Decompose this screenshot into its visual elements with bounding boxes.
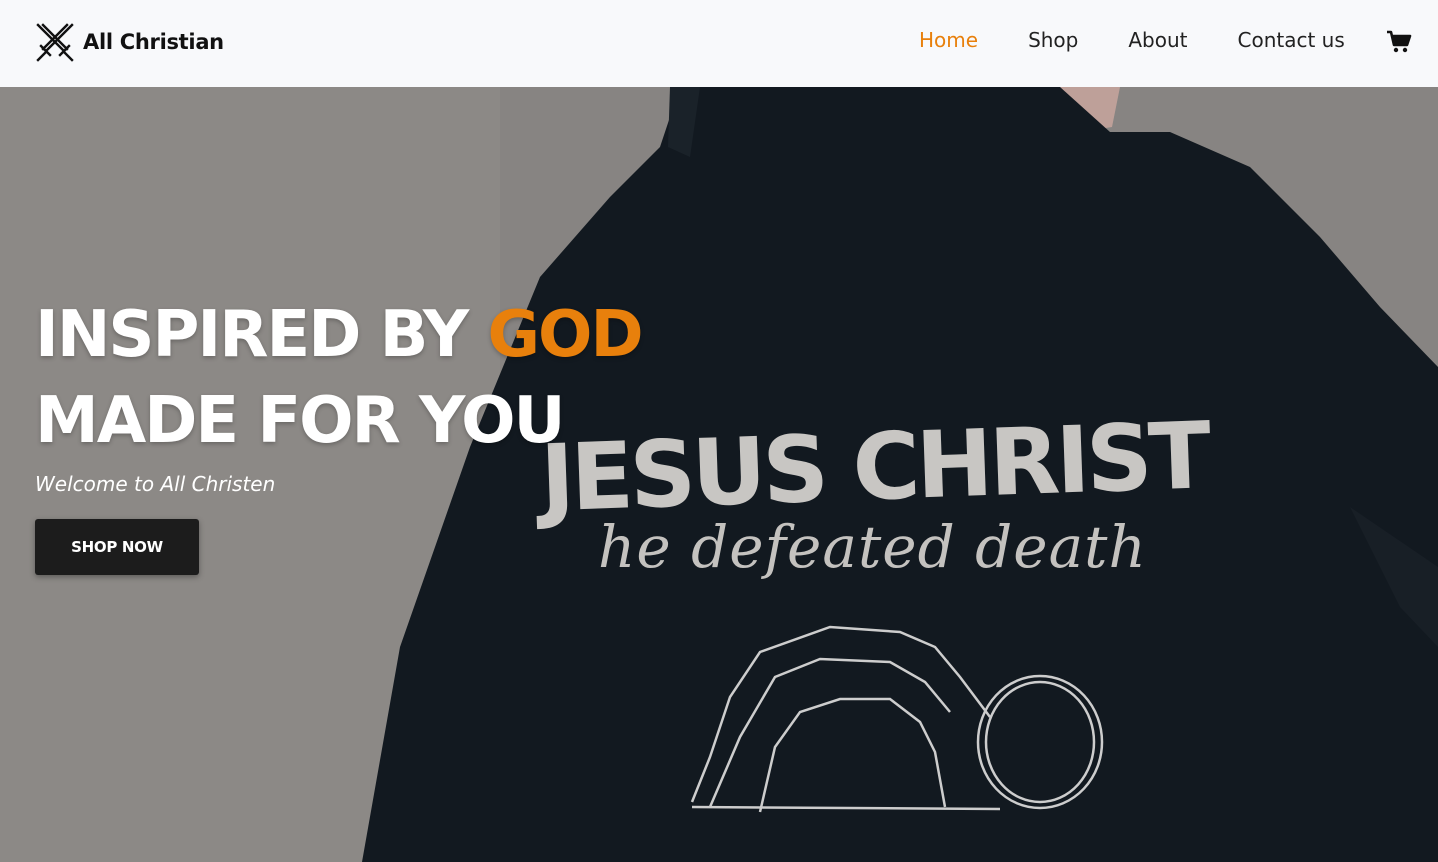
shop-now-button[interactable]: SHOP NOW	[35, 519, 199, 575]
welcome-text: Welcome to All Christen	[35, 472, 276, 496]
crossed-swords-icon	[36, 23, 74, 62]
nav-contact[interactable]: Contact us	[1238, 28, 1345, 52]
cart-icon[interactable]	[1386, 30, 1412, 54]
headline-line1: INSPIRED BY	[35, 298, 488, 372]
headline-line2: MADE FOR YOU	[35, 384, 565, 458]
hero-headline: INSPIRED BY GOD MADE FOR YOU	[35, 292, 644, 464]
brand-logo[interactable]: All Christian	[34, 22, 224, 62]
nav-about[interactable]: About	[1128, 28, 1187, 52]
nav-home[interactable]: Home	[919, 28, 978, 52]
site-header: All Christian Home Shop About Contact us	[0, 0, 1438, 87]
nav-shop[interactable]: Shop	[1028, 28, 1078, 52]
brand-name: All Christian	[83, 30, 224, 54]
main-nav: Home Shop About Contact us	[919, 28, 1345, 52]
headline-accent: GOD	[487, 298, 644, 372]
hero-banner: JESUS CHRIST he defeated death INSPIRED …	[0, 87, 1438, 862]
